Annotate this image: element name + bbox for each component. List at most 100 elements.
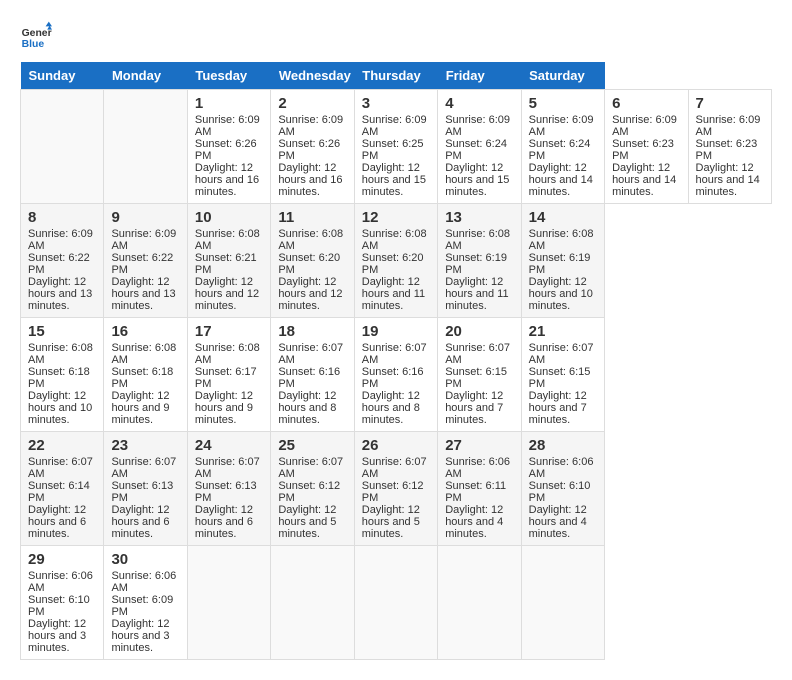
logo-icon: General Blue [20,20,52,52]
calendar-day-cell: 10Sunrise: 6:08 AMSunset: 6:21 PMDayligh… [187,204,270,318]
sunset-text: Sunset: 6:15 PM [445,366,507,390]
daylight-text: Daylight: 12 hours and 5 minutes. [362,504,420,540]
sunset-text: Sunset: 6:12 PM [362,480,424,504]
calendar-day-cell: 11Sunrise: 6:08 AMSunset: 6:20 PMDayligh… [271,204,354,318]
svg-text:General: General [22,28,52,39]
daylight-text: Daylight: 12 hours and 7 minutes. [529,390,587,426]
calendar-day-cell: 13Sunrise: 6:08 AMSunset: 6:19 PMDayligh… [438,204,521,318]
sunset-text: Sunset: 6:22 PM [111,252,173,276]
sunset-text: Sunset: 6:24 PM [529,138,591,162]
calendar-week-row: 22Sunrise: 6:07 AMSunset: 6:14 PMDayligh… [21,432,772,546]
day-number: 14 [529,209,597,226]
calendar-week-row: 15Sunrise: 6:08 AMSunset: 6:18 PMDayligh… [21,318,772,432]
sunrise-text: Sunrise: 6:07 AM [445,342,510,366]
calendar-day-cell: 3Sunrise: 6:09 AMSunset: 6:25 PMDaylight… [354,90,437,204]
sunset-text: Sunset: 6:18 PM [28,366,90,390]
svg-text:Blue: Blue [22,39,45,50]
daylight-text: Daylight: 12 hours and 6 minutes. [28,504,86,540]
calendar-week-row: 1Sunrise: 6:09 AMSunset: 6:26 PMDaylight… [21,90,772,204]
sunset-text: Sunset: 6:15 PM [529,366,591,390]
sunrise-text: Sunrise: 6:07 AM [529,342,594,366]
sunrise-text: Sunrise: 6:06 AM [445,456,510,480]
calendar-day-cell: 17Sunrise: 6:08 AMSunset: 6:17 PMDayligh… [187,318,270,432]
day-number: 20 [445,323,513,340]
daylight-text: Daylight: 12 hours and 5 minutes. [278,504,336,540]
day-number: 4 [445,95,513,112]
sunset-text: Sunset: 6:13 PM [111,480,173,504]
daylight-text: Daylight: 12 hours and 13 minutes. [28,276,92,312]
daylight-text: Daylight: 12 hours and 11 minutes. [362,276,425,312]
weekday-header: Thursday [354,62,437,90]
weekday-header: Monday [104,62,187,90]
day-number: 21 [529,323,597,340]
daylight-text: Daylight: 12 hours and 14 minutes. [612,162,676,198]
weekday-header: Sunday [21,62,104,90]
sunrise-text: Sunrise: 6:07 AM [278,342,343,366]
day-number: 26 [362,437,430,454]
day-number: 9 [111,209,179,226]
day-number: 15 [28,323,96,340]
day-number: 16 [111,323,179,340]
sunset-text: Sunset: 6:12 PM [278,480,340,504]
calendar-day-cell: 23Sunrise: 6:07 AMSunset: 6:13 PMDayligh… [104,432,187,546]
calendar-day-cell [521,546,604,660]
sunset-text: Sunset: 6:10 PM [529,480,591,504]
calendar-table: SundayMondayTuesdayWednesdayThursdayFrid… [20,62,772,660]
daylight-text: Daylight: 12 hours and 12 minutes. [195,276,259,312]
sunrise-text: Sunrise: 6:08 AM [111,342,176,366]
sunrise-text: Sunrise: 6:09 AM [612,114,677,138]
sunset-text: Sunset: 6:20 PM [362,252,424,276]
daylight-text: Daylight: 12 hours and 4 minutes. [445,504,503,540]
daylight-text: Daylight: 12 hours and 15 minutes. [445,162,509,198]
sunrise-text: Sunrise: 6:07 AM [362,456,427,480]
calendar-day-cell: 9Sunrise: 6:09 AMSunset: 6:22 PMDaylight… [104,204,187,318]
daylight-text: Daylight: 12 hours and 6 minutes. [111,504,169,540]
calendar-day-cell: 28Sunrise: 6:06 AMSunset: 6:10 PMDayligh… [521,432,604,546]
weekday-header: Tuesday [187,62,270,90]
sunset-text: Sunset: 6:24 PM [445,138,507,162]
daylight-text: Daylight: 12 hours and 14 minutes. [529,162,593,198]
calendar-day-cell: 24Sunrise: 6:07 AMSunset: 6:13 PMDayligh… [187,432,270,546]
daylight-text: Daylight: 12 hours and 4 minutes. [529,504,587,540]
sunrise-text: Sunrise: 6:08 AM [195,342,260,366]
sunset-text: Sunset: 6:14 PM [28,480,90,504]
calendar-day-cell: 4Sunrise: 6:09 AMSunset: 6:24 PMDaylight… [438,90,521,204]
calendar-day-cell: 29Sunrise: 6:06 AMSunset: 6:10 PMDayligh… [21,546,104,660]
daylight-text: Daylight: 12 hours and 10 minutes. [529,276,593,312]
calendar-day-cell: 30Sunrise: 6:06 AMSunset: 6:09 PMDayligh… [104,546,187,660]
sunset-text: Sunset: 6:26 PM [278,138,340,162]
weekday-header: Wednesday [271,62,354,90]
sunset-text: Sunset: 6:18 PM [111,366,173,390]
sunrise-text: Sunrise: 6:08 AM [362,228,427,252]
calendar-day-cell: 19Sunrise: 6:07 AMSunset: 6:16 PMDayligh… [354,318,437,432]
calendar-day-cell [438,546,521,660]
daylight-text: Daylight: 12 hours and 16 minutes. [195,162,259,198]
sunrise-text: Sunrise: 6:08 AM [445,228,510,252]
sunset-text: Sunset: 6:22 PM [28,252,90,276]
calendar-day-cell: 7Sunrise: 6:09 AMSunset: 6:23 PMDaylight… [688,90,772,204]
daylight-text: Daylight: 12 hours and 7 minutes. [445,390,503,426]
calendar-week-row: 29Sunrise: 6:06 AMSunset: 6:10 PMDayligh… [21,546,772,660]
sunrise-text: Sunrise: 6:06 AM [28,570,93,594]
weekday-header: Friday [438,62,521,90]
calendar-day-cell [187,546,270,660]
daylight-text: Daylight: 12 hours and 3 minutes. [28,618,86,654]
day-number: 28 [529,437,597,454]
calendar-day-cell: 27Sunrise: 6:06 AMSunset: 6:11 PMDayligh… [438,432,521,546]
sunset-text: Sunset: 6:26 PM [195,138,257,162]
day-number: 12 [362,209,430,226]
sunrise-text: Sunrise: 6:07 AM [362,342,427,366]
calendar-day-cell: 15Sunrise: 6:08 AMSunset: 6:18 PMDayligh… [21,318,104,432]
daylight-text: Daylight: 12 hours and 13 minutes. [111,276,175,312]
calendar-day-cell: 12 Sunrise: 6:08 AMSunset: 6:20 PMDayligh… [354,204,437,318]
sunset-text: Sunset: 6:16 PM [278,366,340,390]
sunset-text: Sunset: 6:19 PM [445,252,507,276]
calendar-day-cell: 26 Sunrise: 6:07 AMSunset: 6:12 PMDayligh… [354,432,437,546]
calendar-day-cell: 18Sunrise: 6:07 AMSunset: 6:16 PMDayligh… [271,318,354,432]
sunrise-text: Sunrise: 6:07 AM [28,456,93,480]
calendar-day-cell: 5Sunrise: 6:09 AMSunset: 6:24 PMDaylight… [521,90,604,204]
day-number: 30 [111,551,179,568]
sunset-text: Sunset: 6:10 PM [28,594,90,618]
sunrise-text: Sunrise: 6:07 AM [278,456,343,480]
day-number: 24 [195,437,263,454]
